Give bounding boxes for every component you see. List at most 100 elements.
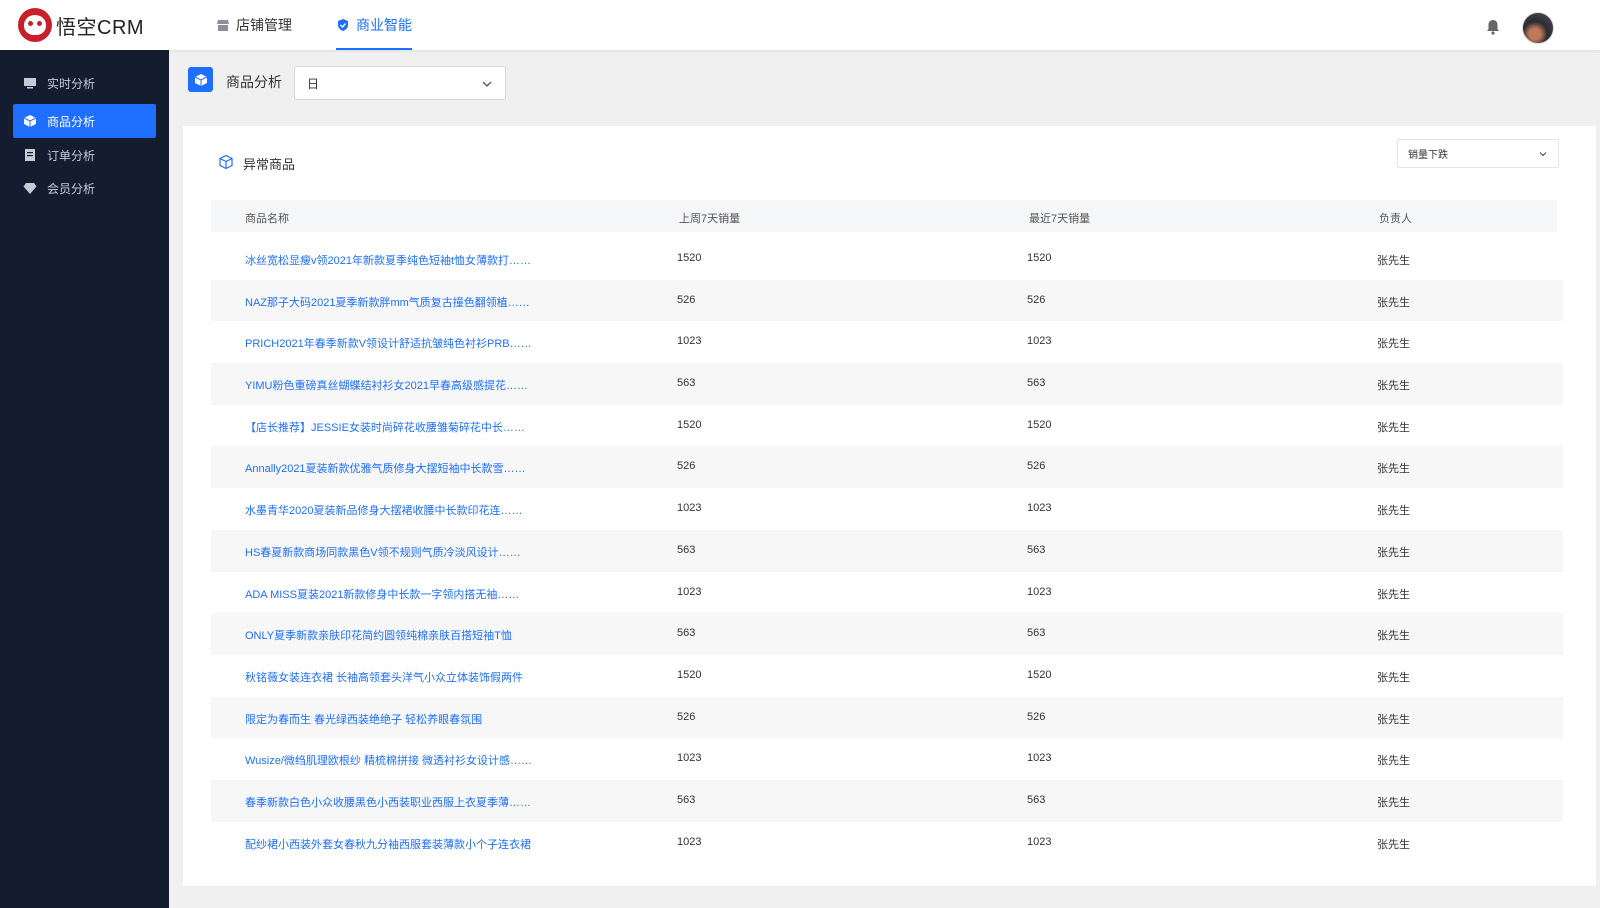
last-week-sales-cell: 526	[677, 460, 696, 473]
product-name-link[interactable]: ONLY夏季新款亲肤印花简约圆领纯棉亲肤百搭短袖T恤	[245, 627, 512, 643]
product-name-link[interactable]: ADA MISS夏装2021新款修身中长款一字领内搭无袖……	[245, 586, 519, 602]
monkey-logo-icon	[18, 8, 52, 42]
product-name-link[interactable]: NAZ那子大码2021夏季新款胖mm气质复古撞色翻领植……	[245, 294, 530, 310]
table-row[interactable]: 【店长推荐】JESSIE女装时尚碎花收腰雏菊碎花中长…… 1520 1520 张先生	[211, 405, 1563, 447]
cube-outline-icon	[218, 154, 234, 175]
owner-cell: 张先生	[1377, 255, 1410, 267]
owner-cell: 张先生	[1377, 630, 1410, 643]
last-week-sales-cell: 1023	[677, 835, 702, 848]
table-row[interactable]: NAZ那子大码2021夏季新款胖mm气质复古撞色翻领植…… 526 526 张先生	[211, 279, 1563, 322]
recent-sales-cell: 1520	[1027, 252, 1052, 264]
logo[interactable]: 悟空CRM	[18, 8, 144, 42]
topnav-store-management-label: 店铺管理	[236, 17, 292, 33]
owner-cell: 张先生	[1377, 838, 1410, 851]
sidebar-item-order-analysis[interactable]: 订单分析	[13, 138, 156, 172]
table-row[interactable]: HS春夏新款商场同款黑色V领不规则气质冷淡风设计…… 563 563 张先生	[211, 529, 1563, 572]
last-week-sales-cell: 1520	[677, 252, 702, 264]
column-header-owner[interactable]: 负责人	[1379, 210, 1412, 226]
last-week-sales-cell: 563	[677, 793, 696, 806]
last-week-sales-cell: 526	[677, 710, 696, 723]
period-select-value: 日	[307, 76, 320, 91]
sidebar-item-label: 会员分析	[47, 181, 96, 196]
owner-cell: 张先生	[1377, 338, 1410, 351]
column-header-last-week-sales[interactable]: 上周7天销量	[679, 210, 740, 226]
top-nav: 店铺管理 商业智能	[216, 0, 456, 50]
topnav-store-management[interactable]: 店铺管理	[216, 0, 292, 50]
recent-sales-cell: 563	[1027, 793, 1046, 806]
owner-cell: 张先生	[1377, 755, 1410, 768]
product-name-link[interactable]: 秋铭薇女装连衣裙 长袖高领套头洋气小众立体装饰假两件	[245, 669, 523, 685]
owner-cell: 张先生	[1377, 421, 1410, 434]
owner-cell: 张先生	[1377, 380, 1410, 393]
recent-sales-cell: 526	[1027, 460, 1046, 473]
owner-cell: 张先生	[1377, 588, 1410, 601]
product-name-link[interactable]: 限定为春而生 春光绿西装绝绝子 轻松养眼春氛围	[245, 711, 482, 727]
recent-sales-cell: 1023	[1027, 502, 1052, 515]
last-week-sales-cell: 1023	[677, 335, 702, 348]
abnormal-products-card: 异常商品 销量下跌 商品名称 上周7天销量 最近7天销量 负责人 冰丝宽松显瘦v…	[183, 126, 1596, 886]
table-row[interactable]: 冰丝宽松显瘦v领2021年新款夏季纯色短袖t恤女薄款打…… 1520 1520 张先生	[211, 238, 1563, 280]
table-row[interactable]: 限定为春而生 春光绿西装绝绝子 轻松养眼春氛围 526 526 张先生	[211, 696, 1563, 739]
column-header-product-name[interactable]: 商品名称	[245, 210, 289, 226]
sidebar-item-realtime-analysis[interactable]: 实时分析	[13, 66, 156, 100]
topnav-business-intelligence[interactable]: 商业智能	[336, 0, 412, 50]
owner-cell: 张先生	[1377, 671, 1410, 684]
product-name-link[interactable]: PRICH2021年春季新款V领设计舒适抗皱纯色衬衫PRB……	[245, 335, 532, 351]
last-week-sales-cell: 1023	[677, 585, 702, 598]
product-name-link[interactable]: 配纱裙小西装外套女春秋九分袖西服套装薄款小个子连衣裙	[245, 836, 531, 852]
sidebar-item-label: 订单分析	[47, 148, 96, 163]
product-name-link[interactable]: 【店长推荐】JESSIE女装时尚碎花收腰雏菊碎花中长……	[245, 419, 525, 435]
last-week-sales-cell: 1520	[677, 418, 702, 431]
sidebar-item-label: 商品分析	[47, 114, 96, 129]
recent-sales-cell: 1520	[1027, 418, 1052, 431]
recent-sales-cell: 1023	[1027, 752, 1052, 765]
recent-sales-cell: 1023	[1027, 335, 1052, 348]
recent-sales-cell: 563	[1027, 543, 1046, 556]
period-select[interactable]: 日	[294, 66, 506, 100]
table-row[interactable]: 水墨青华2020夏装新品修身大摆裙收腰中长款印花连…… 1023 1023 张先生	[211, 488, 1563, 530]
avatar[interactable]	[1522, 12, 1554, 44]
last-week-sales-cell: 563	[677, 543, 696, 556]
cube-icon	[23, 114, 37, 128]
last-week-sales-cell: 1023	[677, 502, 702, 515]
last-week-sales-cell: 563	[677, 627, 696, 640]
owner-cell: 张先生	[1377, 796, 1410, 809]
table-row[interactable]: 配纱裙小西装外套女春秋九分袖西服套装薄款小个子连衣裙 1023 1023 张先生	[211, 822, 1563, 864]
table-row[interactable]: Wusize/微绉肌理欧根纱 精梳棉拼接 微透衬衫女设计感…… 1023 1023 张…	[211, 738, 1563, 780]
owner-cell: 张先生	[1377, 505, 1410, 518]
product-name-link[interactable]: 春季新款白色小众收腰黑色小西装职业西服上衣夏季薄……	[245, 794, 531, 810]
diamond-icon	[23, 181, 37, 195]
recent-sales-cell: 526	[1027, 710, 1046, 723]
monitor-icon	[23, 76, 37, 90]
table-row[interactable]: YIMU粉色重磅真丝蝴蝶结衬衫女2021早春高级感提花…… 563 563 张先生	[211, 363, 1563, 405]
recent-sales-cell: 563	[1027, 377, 1046, 390]
shield-check-icon	[336, 18, 350, 32]
product-name-link[interactable]: HS春夏新款商场同款黑色V领不规则气质冷淡风设计……	[245, 544, 521, 560]
product-name-link[interactable]: 冰丝宽松显瘦v领2021年新款夏季纯色短袖t恤女薄款打……	[245, 252, 531, 268]
sidebar-item-member-analysis[interactable]: 会员分析	[13, 171, 156, 205]
product-name-link[interactable]: Wusize/微绉肌理欧根纱 精梳棉拼接 微透衬衫女设计感……	[245, 752, 532, 768]
product-name-link[interactable]: YIMU粉色重磅真丝蝴蝶结衬衫女2021早春高级感提花……	[245, 377, 528, 393]
sort-select[interactable]: 销量下跌	[1397, 139, 1559, 168]
owner-cell: 张先生	[1377, 546, 1410, 559]
bell-icon[interactable]	[1486, 19, 1500, 35]
last-week-sales-cell: 563	[677, 377, 696, 390]
chevron-down-icon	[481, 78, 493, 93]
sidebar: 实时分析 商品分析 订单分析 会员分析	[0, 50, 169, 908]
product-name-link[interactable]: Annally2021夏装新款优雅气质修身大摆短袖中长款雪……	[245, 460, 526, 476]
table-row[interactable]: Annally2021夏装新款优雅气质修身大摆短袖中长款雪…… 526 526 张先生	[211, 446, 1563, 489]
recent-sales-cell: 1520	[1027, 668, 1052, 681]
table-row[interactable]: 春季新款白色小众收腰黑色小西装职业西服上衣夏季薄…… 563 563 张先生	[211, 779, 1563, 822]
table-row[interactable]: ADA MISS夏装2021新款修身中长款一字领内搭无袖…… 1023 1023 张先…	[211, 572, 1563, 614]
owner-cell: 张先生	[1377, 463, 1410, 476]
product-name-link[interactable]: 水墨青华2020夏装新品修身大摆裙收腰中长款印花连……	[245, 502, 522, 518]
table-row[interactable]: PRICH2021年春季新款V领设计舒适抗皱纯色衬衫PRB…… 1023 1023 张…	[211, 321, 1563, 363]
table-body: 冰丝宽松显瘦v领2021年新款夏季纯色短袖t恤女薄款打…… 1520 1520 张先生…	[211, 238, 1563, 863]
table-row[interactable]: ONLY夏季新款亲肤印花简约圆领纯棉亲肤百搭短袖T恤 563 563 张先生	[211, 613, 1563, 655]
last-week-sales-cell: 1520	[677, 668, 702, 681]
table-row[interactable]: 秋铭薇女装连衣裙 长袖高领套头洋气小众立体装饰假两件 1520 1520 张先生	[211, 655, 1563, 697]
recent-sales-cell: 563	[1027, 627, 1046, 640]
sidebar-item-product-analysis[interactable]: 商品分析	[13, 104, 156, 138]
product-analysis-icon	[188, 67, 213, 92]
column-header-recent-sales[interactable]: 最近7天销量	[1029, 210, 1090, 226]
